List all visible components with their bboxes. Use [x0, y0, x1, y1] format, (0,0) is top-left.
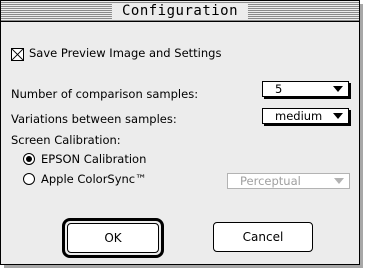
title-bar[interactable]: Configuration: [1, 1, 359, 22]
epson-calibration-label[interactable]: EPSON Calibration: [41, 152, 146, 166]
ok-button[interactable]: OK: [67, 223, 159, 253]
comparison-samples-popup[interactable]: 5: [262, 81, 349, 97]
cancel-button[interactable]: Cancel: [213, 222, 313, 252]
chevron-down-icon: [333, 113, 343, 119]
dialog-shadow-right: [360, 4, 363, 268]
apple-colorsync-radio[interactable]: [23, 173, 35, 185]
epson-calibration-radio[interactable]: [23, 153, 35, 165]
colorsync-intent-popup: Perceptual: [227, 173, 350, 189]
variations-popup[interactable]: medium: [262, 108, 349, 124]
save-preview-checkbox[interactable]: [11, 48, 24, 61]
dialog-shadow-bottom: [4, 265, 363, 268]
comparison-samples-label: Number of comparison samples:: [11, 87, 199, 101]
dialog-title: Configuration: [111, 3, 249, 19]
save-preview-label[interactable]: Save Preview Image and Settings: [29, 46, 221, 60]
apple-colorsync-label[interactable]: Apple ColorSync™: [41, 172, 147, 186]
colorsync-intent-value: Perceptual: [240, 174, 301, 188]
screen-calibration-label: Screen Calibration:: [11, 133, 121, 147]
chevron-down-icon: [333, 86, 343, 92]
chevron-down-icon: [334, 178, 344, 184]
variations-label: Variations between samples:: [11, 112, 177, 126]
variations-value: medium: [275, 109, 323, 123]
comparison-samples-value: 5: [275, 82, 283, 96]
configuration-dialog: Configuration Save Preview Image and Set…: [0, 0, 360, 265]
